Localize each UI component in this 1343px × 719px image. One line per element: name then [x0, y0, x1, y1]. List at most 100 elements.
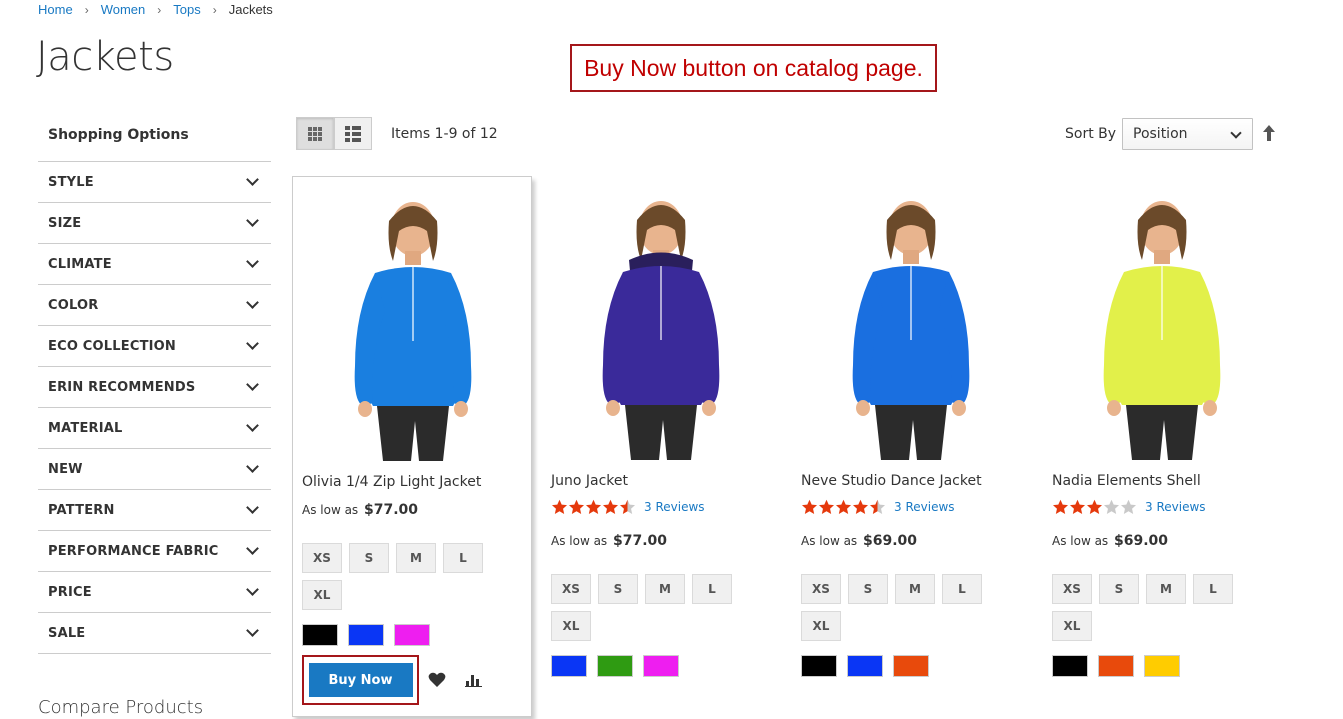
- star-icon: [1120, 499, 1137, 514]
- filter-material[interactable]: MATERIAL: [38, 408, 271, 449]
- star-icon: [585, 499, 602, 514]
- filter-label: COLOR: [48, 297, 99, 313]
- product-name[interactable]: Nadia Elements Shell: [1052, 473, 1201, 489]
- size-option-m[interactable]: M: [396, 543, 436, 573]
- page-title: Jackets: [36, 34, 174, 80]
- grid-view-button[interactable]: [296, 117, 334, 150]
- size-option-xl[interactable]: XL: [551, 611, 591, 641]
- color-swatch[interactable]: [893, 655, 929, 677]
- price-value: $77.00: [364, 502, 419, 518]
- reviews-link[interactable]: 3 Reviews: [1145, 500, 1206, 514]
- color-swatch[interactable]: [348, 624, 384, 646]
- size-swatches: XS S M L XL: [1052, 574, 1252, 641]
- size-option-s[interactable]: S: [598, 574, 638, 604]
- rating-summary: 3 Reviews: [1052, 499, 1206, 515]
- color-swatch[interactable]: [597, 655, 633, 677]
- product-image[interactable]: [541, 190, 781, 460]
- filter-pattern[interactable]: PATTERN: [38, 490, 271, 531]
- compare-icon[interactable]: [465, 673, 482, 687]
- product-image[interactable]: [1042, 190, 1282, 460]
- size-option-s[interactable]: S: [848, 574, 888, 604]
- color-swatch[interactable]: [302, 624, 338, 646]
- filter-sale[interactable]: SALE: [38, 613, 271, 654]
- grid-icon: [308, 126, 322, 141]
- chevron-down-icon: [246, 214, 259, 227]
- breadcrumb-women[interactable]: Women: [101, 2, 146, 17]
- filter-color[interactable]: COLOR: [38, 285, 271, 326]
- filter-label: NEW: [48, 461, 83, 477]
- star-icon: [1052, 499, 1069, 514]
- filter-style[interactable]: STYLE: [38, 162, 271, 203]
- reviews-link[interactable]: 3 Reviews: [644, 500, 705, 514]
- size-option-xs[interactable]: XS: [801, 574, 841, 604]
- filter-label: PRICE: [48, 584, 92, 600]
- color-swatch[interactable]: [1052, 655, 1088, 677]
- chevron-down-icon: [246, 542, 259, 555]
- color-swatches: [801, 655, 929, 677]
- chevron-down-icon: [246, 501, 259, 514]
- product-card[interactable]: Olivia 1/4 Zip Light Jacket As low as $77…: [292, 176, 532, 717]
- chevron-down-icon: [1230, 127, 1242, 139]
- size-option-l[interactable]: L: [942, 574, 982, 604]
- size-option-s[interactable]: S: [349, 543, 389, 573]
- star-icon: [602, 499, 619, 514]
- filter-erin-recommends[interactable]: ERIN RECOMMENDS: [38, 367, 271, 408]
- size-option-xs[interactable]: XS: [551, 574, 591, 604]
- size-option-xl[interactable]: XL: [1052, 611, 1092, 641]
- price-label: As low as: [551, 534, 608, 548]
- product-image[interactable]: [293, 191, 533, 461]
- color-swatch[interactable]: [1098, 655, 1134, 677]
- size-option-xl[interactable]: XL: [801, 611, 841, 641]
- star-icon: [568, 499, 585, 514]
- breadcrumb: Home › Women › Tops › Jackets: [38, 2, 273, 17]
- chevron-down-icon: [246, 378, 259, 391]
- sort-select[interactable]: Position: [1122, 118, 1253, 150]
- filter-new[interactable]: NEW: [38, 449, 271, 490]
- chevron-down-icon: [246, 296, 259, 309]
- color-swatch[interactable]: [1144, 655, 1180, 677]
- filter-label: STYLE: [48, 174, 94, 190]
- color-swatches: [302, 624, 430, 646]
- star-icon: [1103, 499, 1120, 514]
- filter-eco-collection[interactable]: ECO COLLECTION: [38, 326, 271, 367]
- size-option-xs[interactable]: XS: [302, 543, 342, 573]
- buy-now-button[interactable]: Buy Now: [308, 663, 413, 697]
- product-image[interactable]: [791, 190, 1031, 460]
- chevron-down-icon: [246, 337, 259, 350]
- chevron-down-icon: [246, 255, 259, 268]
- filter-size[interactable]: SIZE: [38, 203, 271, 244]
- color-swatch[interactable]: [551, 655, 587, 677]
- star-icon: [869, 499, 886, 514]
- list-view-button[interactable]: [334, 117, 372, 150]
- filter-label: ERIN RECOMMENDS: [48, 379, 196, 395]
- size-option-l[interactable]: L: [692, 574, 732, 604]
- size-option-m[interactable]: M: [645, 574, 685, 604]
- filter-performance-fabric[interactable]: PERFORMANCE FABRIC: [38, 531, 271, 572]
- size-option-xs[interactable]: XS: [1052, 574, 1092, 604]
- color-swatch[interactable]: [801, 655, 837, 677]
- size-option-m[interactable]: M: [895, 574, 935, 604]
- filter-price[interactable]: PRICE: [38, 572, 271, 613]
- size-option-l[interactable]: L: [443, 543, 483, 573]
- color-swatch[interactable]: [847, 655, 883, 677]
- filter-climate[interactable]: CLIMATE: [38, 244, 271, 285]
- sort-direction-arrow-icon[interactable]: [1262, 124, 1276, 142]
- sort-label: Sort By: [1065, 126, 1117, 142]
- chevron-down-icon: [246, 583, 259, 596]
- color-swatch[interactable]: [394, 624, 430, 646]
- product-name[interactable]: Olivia 1/4 Zip Light Jacket: [302, 474, 481, 490]
- color-swatch[interactable]: [643, 655, 679, 677]
- breadcrumb-home[interactable]: Home: [38, 2, 73, 17]
- heart-icon[interactable]: [428, 672, 446, 688]
- size-option-m[interactable]: M: [1146, 574, 1186, 604]
- size-option-l[interactable]: L: [1193, 574, 1233, 604]
- size-option-s[interactable]: S: [1099, 574, 1139, 604]
- items-count: Items 1-9 of 12: [391, 126, 498, 142]
- size-option-xl[interactable]: XL: [302, 580, 342, 610]
- product-name[interactable]: Neve Studio Dance Jacket: [801, 473, 982, 489]
- reviews-link[interactable]: 3 Reviews: [894, 500, 955, 514]
- product-price: As low as $77.00: [551, 533, 667, 549]
- product-name[interactable]: Juno Jacket: [551, 473, 628, 489]
- filter-label: MATERIAL: [48, 420, 123, 436]
- breadcrumb-tops[interactable]: Tops: [173, 2, 200, 17]
